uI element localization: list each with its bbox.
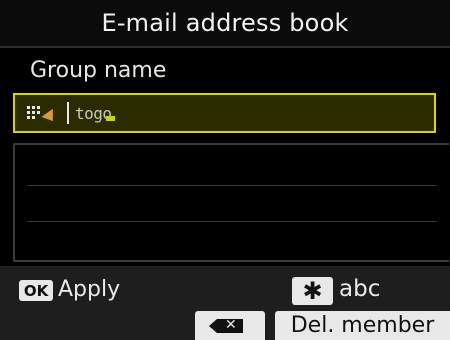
member-row-divider — [27, 185, 437, 186]
group-name-input[interactable]: togo — [13, 93, 436, 133]
group-name-label: Group name — [30, 58, 167, 83]
del-member-label: Del. member — [290, 313, 435, 338]
backspace-icon: ✕ — [209, 317, 243, 333]
star-key-icon[interactable]: ✱ — [292, 277, 333, 305]
title-bar: E-mail address book — [0, 0, 450, 48]
member-list[interactable] — [13, 143, 449, 262]
apply-label: Apply — [58, 277, 121, 302]
backspace-button[interactable]: ✕ — [195, 311, 265, 340]
member-row-divider — [27, 221, 437, 222]
ok-key-icon[interactable]: OK — [19, 280, 53, 301]
del-member-button[interactable]: Del. member — [275, 311, 450, 340]
group-name-value: togo — [75, 103, 115, 123]
hand-pointer-icon — [41, 108, 59, 126]
text-cursor — [67, 102, 69, 124]
input-mode-label: abc — [339, 276, 381, 302]
page-title: E-mail address book — [101, 9, 349, 37]
